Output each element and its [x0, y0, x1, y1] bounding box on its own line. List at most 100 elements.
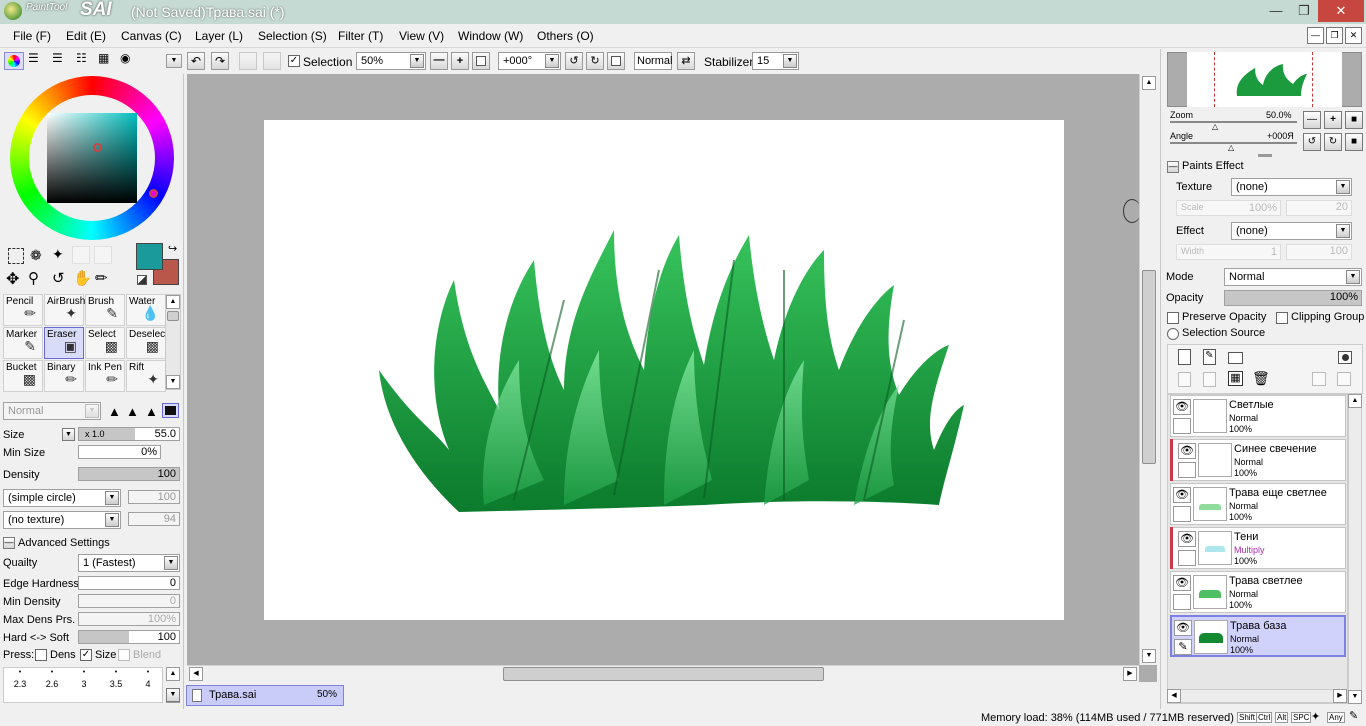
angle-select[interactable]: +000° ▼: [498, 52, 561, 70]
clear-layer-icon[interactable]: ▦: [1228, 371, 1243, 386]
layer-select-checkbox[interactable]: [1178, 462, 1196, 478]
paint-texture-select[interactable]: (none) ▼: [1231, 178, 1352, 196]
color-wheel-tab[interactable]: [4, 52, 24, 70]
layer-item-selected[interactable]: 👁 ✎ Трава база Normal 100%: [1170, 615, 1346, 657]
tool-airbrush[interactable]: AirBrush ✦: [44, 294, 85, 326]
hard-soft-slider[interactable]: 100: [78, 630, 180, 644]
rotate-right-button[interactable]: ↻: [586, 52, 604, 70]
zoom-out-button[interactable]: —: [430, 52, 448, 70]
color-picker-cursor[interactable]: [93, 143, 102, 152]
layer-opacity-slider[interactable]: 100%: [1224, 290, 1362, 306]
nav-zoom-in-button[interactable]: +: [1324, 111, 1342, 129]
slider-handle-icon[interactable]: △: [1212, 122, 1218, 131]
canvas-horizontal-scrollbar[interactable]: ◀ ▶: [187, 665, 1139, 682]
zoom-reset-button[interactable]: [472, 52, 490, 70]
tool-water[interactable]: Water 💧: [126, 294, 166, 326]
move-icon[interactable]: ✥: [6, 269, 19, 289]
brush-shape-flat[interactable]: ▲: [145, 404, 158, 419]
delete-layer-icon[interactable]: 🗑: [1252, 370, 1270, 387]
swatch-tab[interactable]: ☷: [76, 52, 87, 64]
layer-item[interactable]: 👁 Тени Multiply 100%: [1170, 527, 1346, 569]
tool-binary[interactable]: Binary ✏: [44, 360, 84, 392]
document-tab[interactable]: Трава.sai 50%: [186, 685, 344, 706]
saturation-value-square[interactable]: [47, 113, 137, 203]
horizontal-scroll-thumb[interactable]: [503, 667, 824, 681]
paint-width-strength[interactable]: 100: [1286, 244, 1352, 260]
brush-mode-select[interactable]: Normal ▼: [3, 402, 101, 420]
user-interface-tab[interactable]: ◉: [120, 52, 130, 64]
eyedropper-icon[interactable]: ✏: [95, 269, 108, 287]
size-preset[interactable]: • 4: [132, 668, 164, 702]
selection-source-radio[interactable]: [1167, 328, 1179, 340]
eye-icon[interactable]: 👁: [1174, 620, 1192, 636]
tool-brush[interactable]: Brush ✎: [85, 294, 125, 326]
mdi-minimize-button[interactable]: —: [1307, 27, 1324, 44]
merge-down-icon[interactable]: [1203, 372, 1216, 387]
menu-view[interactable]: View (V): [399, 29, 444, 43]
size-preset[interactable]: • 2.3: [4, 668, 36, 702]
panel-menu-button[interactable]: ▼: [166, 54, 182, 68]
stabilizer-select[interactable]: 15 ▼: [752, 52, 799, 70]
layer-list-scrollbar[interactable]: ▲ ▼: [1348, 394, 1362, 704]
press-size-checkbox[interactable]: ✓: [80, 649, 92, 661]
nav-rotate-reset-button[interactable]: ■: [1345, 133, 1363, 151]
scroll-up-icon[interactable]: ▲: [166, 667, 180, 681]
brush-shape-square[interactable]: [162, 403, 179, 418]
size-preset[interactable]: • 3.5: [100, 668, 132, 702]
canvas-vertical-scrollbar[interactable]: ▲ ▼: [1139, 74, 1157, 665]
transfer-down-icon[interactable]: [1178, 372, 1191, 387]
slider-handle-icon[interactable]: △: [1228, 143, 1234, 152]
tool-grid-scrollbar[interactable]: ▲ ▼: [165, 294, 181, 390]
rgb-slider-tab[interactable]: ☰: [28, 52, 39, 64]
menu-filter[interactable]: Filter (T): [338, 29, 383, 43]
scratchpad-tab[interactable]: ▦: [98, 52, 109, 64]
paints-effect-collapse-icon[interactable]: —: [1167, 161, 1179, 173]
selection-checkbox[interactable]: ✓: [288, 55, 300, 67]
rotate-reset-button[interactable]: [607, 52, 625, 70]
merge-visible-icon[interactable]: [1337, 372, 1351, 386]
quality-select[interactable]: 1 (Fastest) ▼: [78, 554, 180, 572]
paint-scale-slider[interactable]: Scale 100%: [1176, 200, 1281, 216]
paint-scale-strength[interactable]: 20: [1286, 200, 1352, 216]
rotate-left-button[interactable]: ↺: [565, 52, 583, 70]
eye-icon[interactable]: 👁: [1173, 487, 1191, 503]
scroll-down-icon[interactable]: ▼: [1142, 649, 1156, 663]
apply-mask-icon[interactable]: [1312, 372, 1326, 386]
tool-bucket[interactable]: Bucket ▩: [3, 360, 43, 392]
menu-others[interactable]: Others (O): [537, 29, 594, 43]
brush-shape-select[interactable]: (simple circle) ▼: [3, 489, 121, 507]
scroll-down-icon[interactable]: ▼: [1348, 690, 1362, 704]
brush-shape-round[interactable]: ▲: [126, 404, 139, 419]
layer-item[interactable]: 👁 Трава светлее Normal 100%: [1170, 571, 1346, 613]
max-dens-slider[interactable]: 100%: [78, 612, 180, 626]
layer-item[interactable]: 👁 Светлые Normal 100%: [1170, 395, 1346, 437]
layer-item[interactable]: 👁 Трава еще светлее Normal 100%: [1170, 483, 1346, 525]
min-size-slider[interactable]: 0%: [78, 445, 161, 459]
layer-mask-icon[interactable]: [1338, 351, 1352, 364]
advanced-collapse-icon[interactable]: —: [3, 537, 15, 549]
tab-menu-button[interactable]: ▼: [166, 688, 180, 702]
view-mode-select[interactable]: Normal: [634, 52, 672, 70]
menu-layer[interactable]: Layer (L): [195, 29, 243, 43]
new-folder-icon[interactable]: [1228, 352, 1243, 364]
nav-zoom-out-button[interactable]: —: [1303, 111, 1321, 129]
scroll-left-icon[interactable]: ◀: [189, 667, 203, 681]
eye-icon[interactable]: 👁: [1173, 399, 1191, 415]
rotate-icon[interactable]: ↺: [52, 269, 65, 287]
edge-hardness-slider[interactable]: 0: [78, 576, 180, 590]
size-multiplier-dropdown[interactable]: ▼: [62, 428, 75, 441]
mdi-close-button[interactable]: ✕: [1345, 27, 1362, 44]
scroll-thumb[interactable]: [167, 311, 179, 321]
nav-rotate-left-button[interactable]: ↺: [1303, 133, 1321, 151]
new-layer-icon[interactable]: [1178, 349, 1191, 365]
hue-cursor[interactable]: [149, 189, 158, 198]
deselect-tool-icon[interactable]: [239, 52, 257, 70]
eye-icon[interactable]: 👁: [1173, 575, 1191, 591]
maximize-button[interactable]: ❐: [1290, 0, 1318, 22]
tool-eraser[interactable]: Eraser ▣: [44, 327, 84, 359]
preserve-opacity-checkbox[interactable]: [1167, 312, 1179, 324]
canvas-document[interactable]: [264, 120, 1064, 620]
nav-zoom-reset-button[interactable]: ■: [1345, 111, 1363, 129]
scroll-up-icon[interactable]: ▲: [166, 295, 180, 309]
flip-view-button[interactable]: ⇄: [677, 52, 695, 70]
